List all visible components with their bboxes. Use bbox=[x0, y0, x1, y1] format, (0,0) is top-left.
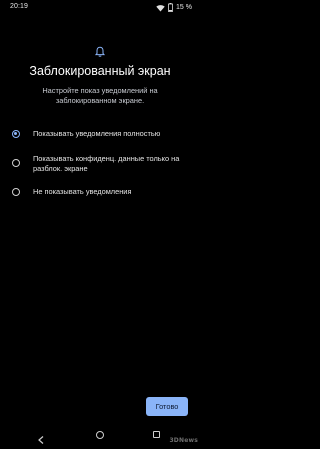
watermark-logo: 3DNews bbox=[169, 437, 198, 444]
battery-icon bbox=[168, 3, 173, 12]
page-subtitle: Настройте показ уведомлений на заблокиро… bbox=[42, 86, 158, 105]
option-label: Не показывать уведомления bbox=[33, 187, 132, 196]
battery-percent: 15 % bbox=[176, 4, 192, 11]
radio-button[interactable] bbox=[12, 159, 20, 167]
recents-icon[interactable] bbox=[153, 431, 160, 438]
page-title: Заблокированный экран bbox=[29, 64, 171, 78]
bell-icon bbox=[94, 45, 106, 57]
home-icon[interactable] bbox=[96, 431, 104, 439]
status-bar: 20:19 15 % bbox=[0, 0, 200, 16]
status-icons: 15 % bbox=[156, 2, 192, 13]
option-label: Показывать уведомления полностью bbox=[33, 129, 161, 138]
done-button[interactable]: Готово bbox=[146, 397, 188, 416]
option-label: Показывать конфиденц. данные только на р… bbox=[33, 154, 180, 173]
radio-button-checked[interactable] bbox=[12, 130, 20, 138]
status-time: 20:19 bbox=[10, 3, 29, 10]
wifi-icon bbox=[156, 4, 165, 12]
radio-button[interactable] bbox=[12, 188, 20, 196]
back-icon[interactable] bbox=[38, 431, 44, 449]
